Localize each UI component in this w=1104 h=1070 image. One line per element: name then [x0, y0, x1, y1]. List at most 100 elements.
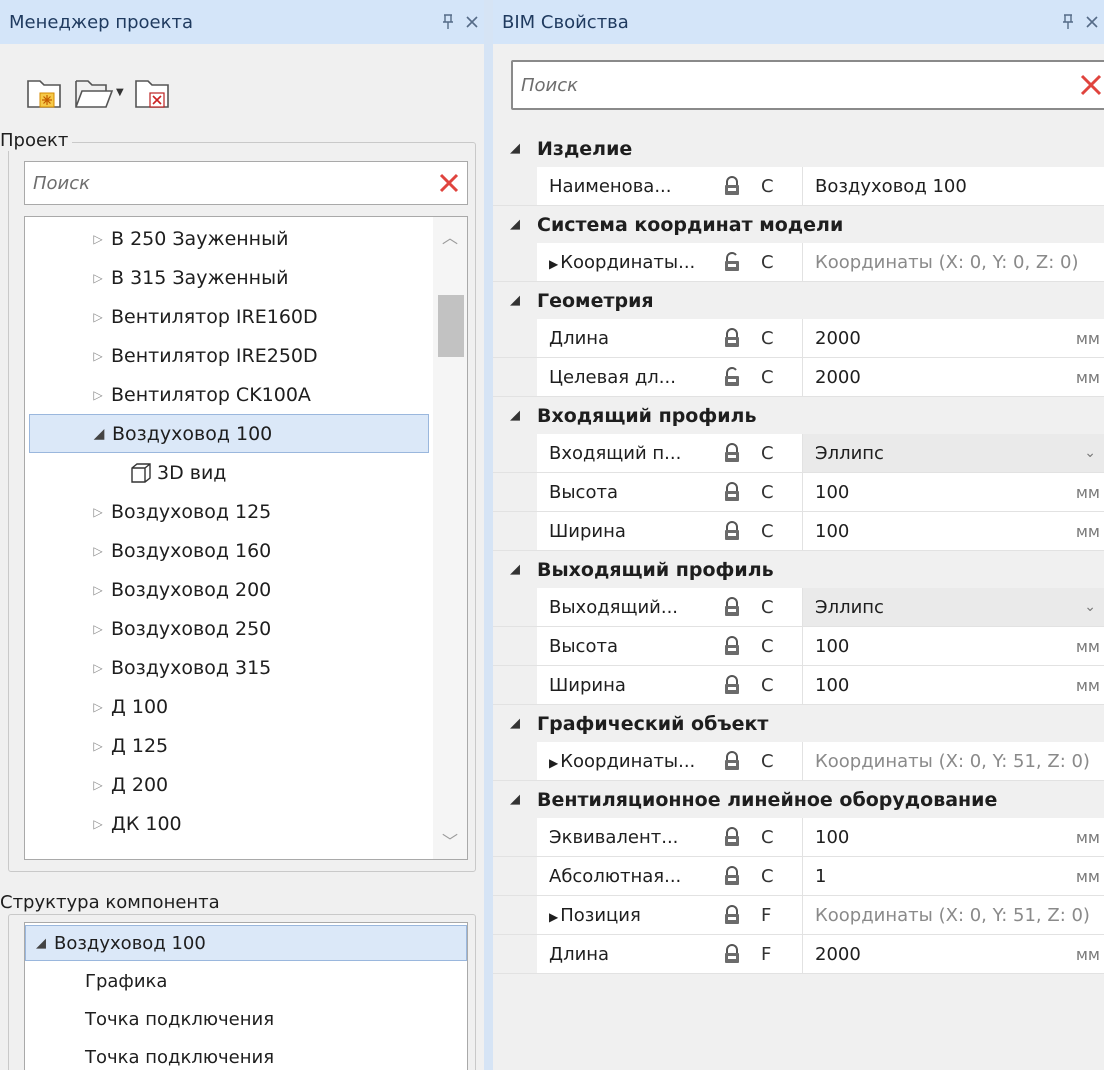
lock-icon[interactable]: [723, 176, 741, 196]
property-row[interactable]: ▶ Позиция F Координаты (X: 0, Y: 51, Z: 0): [493, 896, 1104, 935]
new-project-icon[interactable]: [24, 71, 66, 113]
property-value[interactable]: Воздуховод 100: [815, 176, 1104, 197]
clear-search-icon[interactable]: [431, 162, 467, 204]
tree-item[interactable]: ▷ Воздуховод 250: [25, 609, 430, 648]
open-folder-icon[interactable]: [72, 71, 114, 113]
tree-item[interactable]: ▷ Воздуховод 160: [25, 531, 430, 570]
tree-item[interactable]: ▷ Д 125: [25, 726, 430, 765]
expand-arrow-icon[interactable]: ▶: [549, 257, 558, 271]
property-value[interactable]: Координаты (X: 0, Y: 0, Z: 0): [815, 252, 1104, 273]
property-value[interactable]: 2000: [815, 944, 1104, 965]
property-value[interactable]: 100: [815, 675, 1104, 696]
property-category[interactable]: ◢ Система координат модели: [493, 206, 1104, 243]
collapse-arrow-icon[interactable]: ◢: [493, 792, 537, 807]
property-value[interactable]: 2000: [815, 367, 1104, 388]
property-row[interactable]: Ширина С 100 мм: [493, 666, 1104, 705]
property-category[interactable]: ◢ Входящий профиль: [493, 397, 1104, 434]
tree-item[interactable]: ▷ Д 100: [25, 687, 430, 726]
property-row[interactable]: Целевая дл... С 2000 мм: [493, 358, 1104, 397]
expand-arrow-icon[interactable]: ▷: [85, 349, 111, 363]
property-value[interactable]: Координаты (X: 0, Y: 51, Z: 0): [815, 905, 1104, 926]
search-input[interactable]: [513, 62, 1073, 108]
chevron-down-icon[interactable]: ⌄: [1084, 599, 1096, 615]
property-category[interactable]: ◢ Вентиляционное линейное оборудование: [493, 781, 1104, 818]
expand-arrow-icon[interactable]: ▷: [85, 388, 111, 402]
panel-splitter[interactable]: [484, 0, 493, 1070]
lock-icon[interactable]: [723, 866, 741, 886]
structure-item[interactable]: Графика: [25, 963, 467, 999]
property-category[interactable]: ◢ Геометрия: [493, 282, 1104, 319]
property-value[interactable]: 2000: [815, 328, 1104, 349]
property-row[interactable]: ▶ Координаты... С Координаты (X: 0, Y: 0, Z…: [493, 243, 1104, 282]
lock-icon[interactable]: [723, 827, 741, 847]
property-row[interactable]: Абсолютная... С 1 мм: [493, 857, 1104, 896]
property-row[interactable]: Высота С 100 мм: [493, 627, 1104, 666]
lock-icon[interactable]: [723, 597, 741, 617]
lock-icon[interactable]: [723, 328, 741, 348]
search-input[interactable]: [25, 162, 431, 204]
collapse-arrow-icon[interactable]: ◢: [493, 141, 537, 156]
tree-item[interactable]: ▷ Д 200: [25, 765, 430, 804]
structure-item[interactable]: Точка подключения: [25, 1039, 467, 1070]
property-row[interactable]: Длина F 2000 мм: [493, 935, 1104, 974]
lock-icon[interactable]: [723, 944, 741, 964]
chevron-down-icon[interactable]: ▼: [116, 87, 124, 98]
property-value[interactable]: Координаты (X: 0, Y: 51, Z: 0): [815, 751, 1104, 772]
expand-arrow-icon[interactable]: ▷: [85, 661, 111, 675]
lock-icon[interactable]: [723, 443, 741, 463]
property-value[interactable]: 100: [815, 521, 1104, 542]
expand-arrow-icon[interactable]: ▷: [85, 583, 111, 597]
property-row[interactable]: Высота С 100 мм: [493, 473, 1104, 512]
expand-arrow-icon[interactable]: ▷: [85, 622, 111, 636]
tree-child-item[interactable]: 3D вид: [25, 453, 430, 492]
property-value[interactable]: Эллипс: [815, 443, 1104, 464]
tree-item[interactable]: ▷ В 315 Зауженный: [25, 258, 430, 297]
scroll-down-icon[interactable]: ﹀: [433, 823, 467, 857]
tree-item[interactable]: ▷ В 250 Зауженный: [25, 219, 430, 258]
lock-icon[interactable]: [723, 636, 741, 656]
collapse-arrow-icon[interactable]: ◢: [493, 217, 537, 232]
expand-arrow-icon[interactable]: ▷: [85, 232, 111, 246]
collapse-arrow-icon[interactable]: ◢: [493, 408, 537, 423]
lock-icon[interactable]: [723, 521, 741, 541]
property-row[interactable]: Ширина С 100 мм: [493, 512, 1104, 551]
property-value[interactable]: 100: [815, 827, 1104, 848]
unlock-icon[interactable]: [723, 252, 741, 272]
tree-item[interactable]: ▷ Вентилятор CK100A: [25, 375, 430, 414]
expand-arrow-icon[interactable]: ▷: [85, 271, 111, 285]
property-value[interactable]: Эллипс: [815, 597, 1104, 618]
expand-arrow-icon[interactable]: ▶: [549, 756, 558, 770]
collapse-arrow-icon[interactable]: ◢: [86, 426, 112, 442]
tree-item[interactable]: ◢ Воздуховод 100: [29, 414, 429, 453]
scroll-up-icon[interactable]: ︿: [433, 219, 467, 253]
close-icon[interactable]: [460, 7, 484, 37]
expand-arrow-icon[interactable]: ▷: [85, 310, 111, 324]
lock-icon[interactable]: [723, 905, 741, 925]
lock-icon[interactable]: [723, 751, 741, 771]
property-value[interactable]: 100: [815, 482, 1104, 503]
tree-item[interactable]: ▷ Вентилятор IRE160D: [25, 297, 430, 336]
collapse-arrow-icon[interactable]: ◢: [493, 293, 537, 308]
property-category[interactable]: ◢ Выходящий профиль: [493, 551, 1104, 588]
tree-item[interactable]: ▷ Воздуховод 125: [25, 492, 430, 531]
property-category[interactable]: ◢ Графический объект: [493, 705, 1104, 742]
scrollbar-thumb[interactable]: [438, 295, 464, 357]
collapse-arrow-icon[interactable]: ◢: [493, 562, 537, 577]
clear-search-icon[interactable]: [1073, 62, 1104, 108]
tree-item[interactable]: ▷ Вентилятор IRE250D: [25, 336, 430, 375]
expand-arrow-icon[interactable]: ▷: [85, 544, 111, 558]
close-project-icon[interactable]: [132, 71, 174, 113]
property-row[interactable]: Входящий п... С Эллипс ⌄: [493, 434, 1104, 473]
expand-arrow-icon[interactable]: ▷: [85, 700, 111, 714]
structure-item[interactable]: ◢ Воздуховод 100: [25, 925, 467, 961]
property-category[interactable]: ◢ Изделие: [493, 130, 1104, 167]
lock-icon[interactable]: [723, 675, 741, 695]
property-row[interactable]: Эквивалент... С 100 мм: [493, 818, 1104, 857]
expand-arrow-icon[interactable]: ▷: [85, 739, 111, 753]
property-row[interactable]: Длина С 2000 мм: [493, 319, 1104, 358]
tree-item[interactable]: ▷ ДК 100: [25, 804, 430, 843]
close-icon[interactable]: [1080, 7, 1104, 37]
tree-scrollbar[interactable]: ︿ ﹀: [433, 217, 467, 859]
property-value[interactable]: 1: [815, 866, 1104, 887]
collapse-arrow-icon[interactable]: ◢: [493, 716, 537, 731]
